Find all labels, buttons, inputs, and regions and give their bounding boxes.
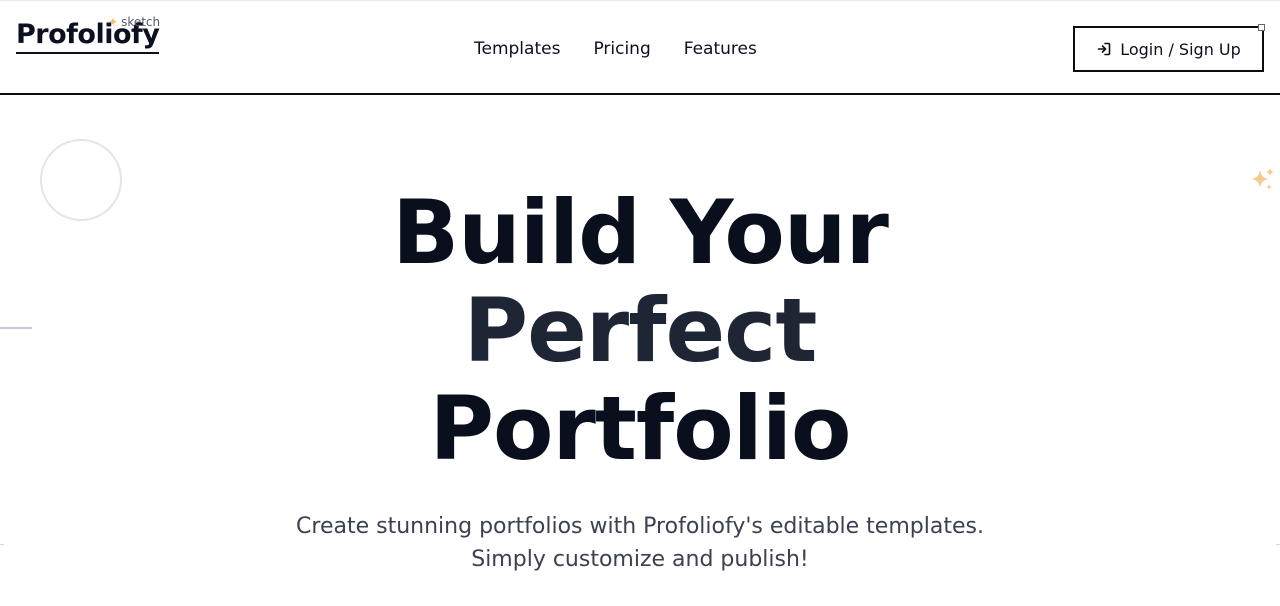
brand-tag: ✦ sketch	[108, 15, 160, 29]
nav-pricing[interactable]: Pricing	[593, 39, 650, 59]
hero-title-line1: Build Your	[392, 181, 889, 284]
hero-subtitle-line2: Simply customize and publish!	[471, 547, 809, 572]
hero-subtitle-line1: Create stunning portfolios with Profolio…	[296, 514, 984, 539]
brand-logo-link[interactable]: Profoliofy ✦ sketch	[16, 15, 160, 55]
resize-handle	[1258, 24, 1265, 31]
hero-title-line2: Perfect	[463, 279, 818, 382]
hero-title-line3: Portfolio	[429, 377, 852, 480]
login-arrow-icon	[1097, 42, 1111, 56]
hero-title: Build Your Perfect Portfolio	[0, 184, 1280, 478]
nav-features[interactable]: Features	[684, 39, 757, 59]
login-signup-button[interactable]: Login / Sign Up	[1073, 26, 1264, 72]
edge-marker-left	[0, 540, 4, 545]
site-header: Profoliofy ✦ sketch Templates Pricing Fea…	[0, 0, 1280, 95]
brand-tag-label: sketch	[121, 15, 161, 29]
edge-marker-right	[1276, 540, 1280, 545]
hero-subtitle: Create stunning portfolios with Profolio…	[0, 510, 1280, 576]
main-nav: Templates Pricing Features	[474, 39, 757, 59]
nav-templates[interactable]: Templates	[474, 39, 560, 59]
login-signup-label: Login / Sign Up	[1120, 39, 1241, 59]
sparkle-icon: ✦	[108, 15, 119, 29]
